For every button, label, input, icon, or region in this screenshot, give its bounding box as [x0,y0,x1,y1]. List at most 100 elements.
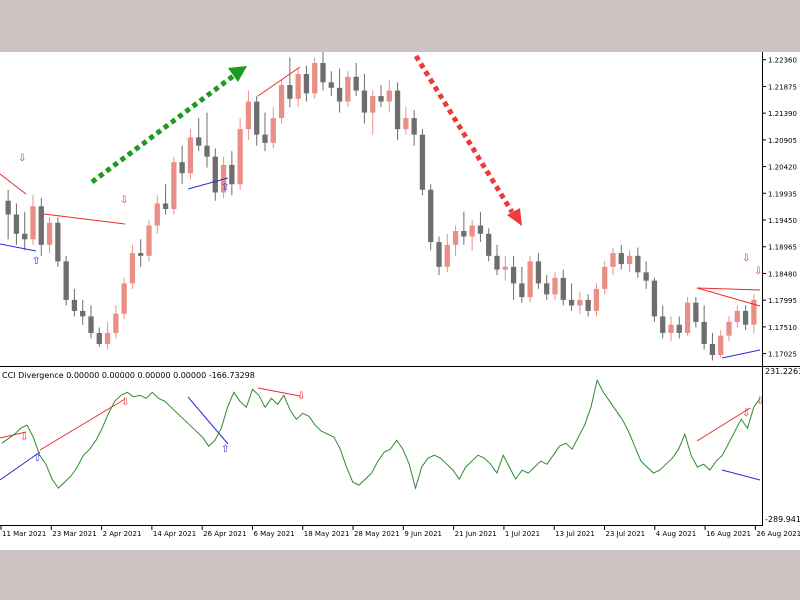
bullish-signal-arrow: ⇧ [32,256,40,267]
candle [229,151,235,196]
candle [278,79,285,124]
bearish-signal-arrow: ⇩ [742,408,750,419]
candle [345,71,351,108]
candle [602,261,608,295]
cci-line [1,378,761,490]
price-chart[interactable]: 1.22360 1.21875 1.21390 1.20905 1.20420 1.199… [0,52,800,550]
price-tick-label: 1.19450 [768,217,797,225]
candle [676,316,682,339]
bullish-signal-arrow: ⇧ [221,444,229,455]
candle [104,321,111,350]
candle-body [254,101,260,135]
candle [5,189,11,240]
bearish-signal-arrow: ⇩ [297,391,305,402]
candle-body [527,261,533,298]
candle [411,109,417,146]
cci-bullish-divergence-line [721,469,761,481]
candle [428,184,434,251]
candle-body [693,302,699,322]
candle [353,63,359,97]
candle [394,82,401,141]
candle [585,294,591,317]
time-tick-label: 14 Apr 2021 [153,530,196,538]
time-tick-label: 1 Jul 2021 [505,530,540,538]
time-tick-label: 26 Apr 2021 [203,530,246,538]
candle-body [46,222,53,245]
time-tick-label: 13 Jul 2021 [555,530,595,538]
bullish-divergence-line [721,349,761,359]
bearish-divergence-line [43,213,126,225]
candle-body [22,233,28,240]
candle [113,305,119,339]
candle [30,195,36,245]
candle [312,57,318,99]
candle-body [80,310,86,317]
candle-body [5,200,11,215]
price-tick-label: 1.20420 [768,164,797,172]
candle [552,272,558,300]
candle-body [212,156,218,193]
candle-body [552,277,558,295]
time-tick-label: 23 Mar 2021 [52,530,96,538]
candle [171,156,177,215]
candle-body [171,162,177,209]
candle [469,220,475,251]
candle [88,305,94,339]
candle [204,112,210,168]
candle [734,305,740,328]
candle [187,129,194,179]
candle-body [196,137,202,146]
candle-body [386,90,392,102]
bullish-signal-arrow: ⇧ [221,182,229,193]
candle [336,68,343,113]
candle-body [353,76,359,91]
candle [544,275,550,300]
candle-body [88,316,94,333]
candle [146,220,152,262]
candle [38,197,44,256]
time-tick-label: 21 Jun 2021 [455,530,497,538]
candle [618,244,624,270]
time-tick-label: 16 Aug 2021 [706,530,751,538]
candle [162,184,169,215]
candle-body [461,231,467,237]
candle-body [510,266,517,284]
bullish-divergence-line [0,243,37,252]
time-tick-label: 18 May 2021 [304,530,350,538]
candle-body [568,299,575,306]
candle-body [378,96,384,102]
bullish-signal-arrow: ⇧ [33,453,41,464]
candle-body [660,316,666,333]
candle-body [486,233,492,256]
candle-body [502,266,508,270]
candle [577,291,583,314]
candle-body [154,203,160,226]
bearish-divergence-line [696,287,761,307]
candle [560,269,566,306]
candle [486,228,492,262]
candle-body [179,162,185,174]
candle-body [610,253,616,267]
candle [635,247,641,278]
candle [419,129,426,196]
price-tick-label: 1.19935 [768,190,797,198]
candle [593,283,600,317]
candle [295,68,301,108]
candle [237,118,243,190]
candle-body [477,225,484,234]
candle-body [469,225,475,237]
candle [701,305,707,350]
candle [742,305,749,331]
candle [96,327,102,347]
candle-body [626,255,633,265]
candle-body [585,299,591,311]
candle-body [535,261,542,284]
candle [196,118,202,152]
candle [13,203,20,245]
candle-body [560,277,566,300]
candle-body [651,280,658,317]
price-tick-label: 1.22360 [768,57,797,65]
candle [378,85,384,108]
candle-body [726,321,732,336]
chart-window: 1.22360 1.21875 1.21390 1.20905 1.20420 1.199… [0,52,800,550]
